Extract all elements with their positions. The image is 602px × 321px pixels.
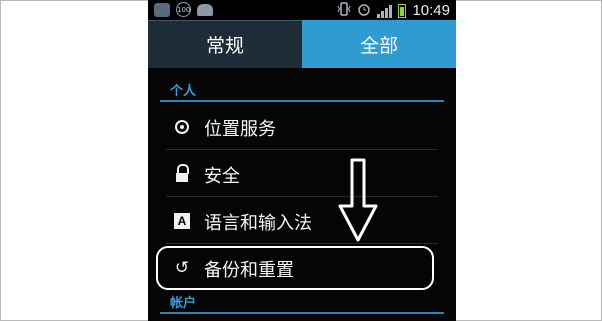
down-arrow-icon [336,158,380,248]
status-bar: 100 10:49 [148,0,456,20]
item-label: 语言和输入法 [204,213,312,234]
settings-item-security[interactable]: 安全 [148,151,456,197]
battery-icon [398,3,407,18]
highlight-ellipse [156,246,434,290]
settings-item-location[interactable]: 位置服务 [148,104,456,150]
tab-general[interactable]: 常规 [148,20,302,68]
item-divider [166,196,438,197]
section-divider [160,100,444,102]
tab-all-label: 全部 [359,34,398,57]
alarm-icon [357,1,371,20]
app-icon [154,2,170,17]
item-label: 安全 [204,166,240,187]
android-icon [197,3,213,16]
section-label: 个人 [170,84,197,99]
location-icon [172,117,192,137]
language-icon: A [172,211,192,231]
tab-bar: 常规 全部 [148,20,456,68]
lock-icon [172,164,192,184]
section-header-personal: 个人 [148,78,456,102]
section-label: 帐户 [170,296,197,311]
settings-item-language[interactable]: A 语言和输入法 [148,198,456,244]
item-label: 位置服务 [204,119,276,140]
status-time: 10:49 [412,1,450,19]
tab-all[interactable]: 全部 [302,20,456,68]
status-right-icons: 10:49 [337,1,450,20]
item-divider [166,149,438,150]
badge-icon: 100 [176,2,191,17]
tab-general-label: 常规 [205,35,244,57]
status-left-icons: 100 [154,2,213,17]
section-divider [160,312,444,314]
item-divider [166,243,438,244]
signal-icon [377,4,393,18]
section-header-accounts: 帐户 [148,290,456,314]
vibrate-icon [337,1,351,20]
